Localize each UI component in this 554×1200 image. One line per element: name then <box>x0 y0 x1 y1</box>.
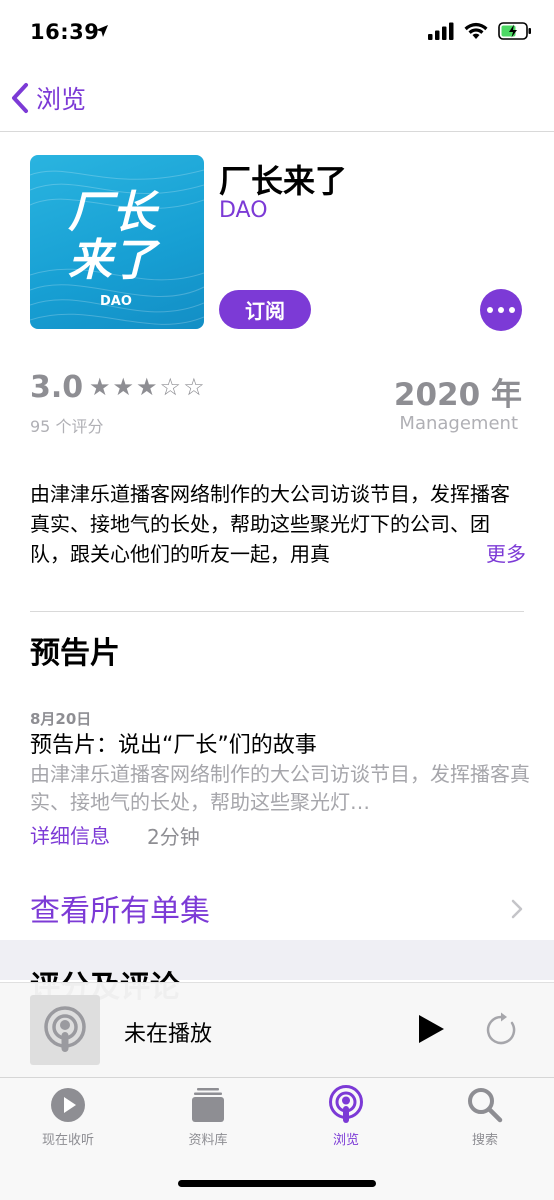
skip-forward-icon[interactable] <box>482 1011 520 1049</box>
play-icon[interactable] <box>416 1013 446 1045</box>
tab-search[interactable]: 搜索 <box>435 1086 535 1154</box>
tab-label: 资料库 <box>188 1133 228 1148</box>
podcast-artwork: 厂长来了 DAO <box>30 155 204 329</box>
episode-description: 由津津乐道播客网络制作的大公司访谈节目，发挥播客真实、接地气的长处，帮助这些聚光… <box>30 762 530 814</box>
star-empty-icon: ☆ <box>183 373 207 401</box>
mini-player[interactable]: 未在播放 <box>0 982 554 1077</box>
rating-value: 3.0 <box>30 370 84 405</box>
description-more-wrap: 更多 <box>436 535 530 569</box>
play-circle-icon <box>51 1088 85 1122</box>
ellipsis-dot <box>509 307 515 313</box>
episode-details-link[interactable]: 详细信息 <box>30 820 110 849</box>
location-arrow-icon <box>96 25 108 37</box>
trailer-section-title: 预告片 <box>30 636 120 671</box>
see-all-episodes-button[interactable]: 查看所有单集 <box>0 876 554 940</box>
search-icon <box>468 1088 503 1123</box>
playback-status: 未在播放 <box>124 1022 213 1047</box>
description-more-link[interactable]: 更多 <box>486 538 526 567</box>
ellipsis-dot <box>498 307 504 313</box>
episode-date: 8月20日 <box>30 710 92 728</box>
podcast-title: 厂长来了 <box>219 162 348 200</box>
star-empty-icon: ☆ <box>159 373 184 401</box>
chevron-right-icon <box>511 899 523 919</box>
release-year: 2020 年 <box>393 377 522 413</box>
see-all-label: 查看所有单集 <box>30 894 210 929</box>
nav-divider <box>0 131 554 132</box>
episode-duration: 2分钟 <box>147 825 200 849</box>
battery-charging-icon <box>498 22 531 40</box>
subscribe-button[interactable]: 订阅 <box>219 290 311 329</box>
podcasts-icon <box>329 1085 363 1123</box>
home-indicator <box>178 1180 376 1187</box>
tab-label: 浏览 <box>332 1133 359 1148</box>
ellipsis-icon <box>487 307 493 313</box>
tab-label: 搜索 <box>471 1133 498 1148</box>
library-icon <box>192 1088 224 1122</box>
chevron-left-icon <box>12 83 28 113</box>
artwork-text: 厂长来了 <box>68 187 156 286</box>
back-button[interactable]: 浏览 <box>10 80 86 116</box>
tab-listen-now[interactable]: 现在收听 <box>18 1086 118 1154</box>
tab-library[interactable]: 资料库 <box>158 1086 258 1154</box>
episode-title[interactable]: 预告片：说出“厂长”们的故事 <box>30 727 317 759</box>
status-time: 16:39 <box>30 20 100 44</box>
star-filled-icon: ★ <box>136 373 160 401</box>
more-options-button[interactable] <box>480 289 522 331</box>
section-divider <box>30 611 524 612</box>
back-label: 浏览 <box>36 85 87 114</box>
wifi-icon <box>464 22 488 39</box>
tab-browse[interactable]: 浏览 <box>296 1085 396 1154</box>
mini-player-artwork <box>30 995 100 1065</box>
podcasts-icon <box>44 1006 86 1052</box>
artwork-brand: DAO <box>100 294 132 309</box>
star-filled-icon: ★ <box>112 373 137 401</box>
star-filled-icon: ★ <box>89 373 113 401</box>
podcast-author[interactable]: DAO <box>219 198 268 223</box>
status-indicators <box>428 22 532 40</box>
signal-icon <box>428 22 454 40</box>
status-bar: 16:39 <box>0 0 554 66</box>
tab-label: 现在收听 <box>41 1133 94 1148</box>
rating-count: 95 个评分 <box>30 417 104 436</box>
rating-stars: ★★★☆☆ <box>89 373 207 401</box>
category-label[interactable]: Management <box>399 413 518 434</box>
